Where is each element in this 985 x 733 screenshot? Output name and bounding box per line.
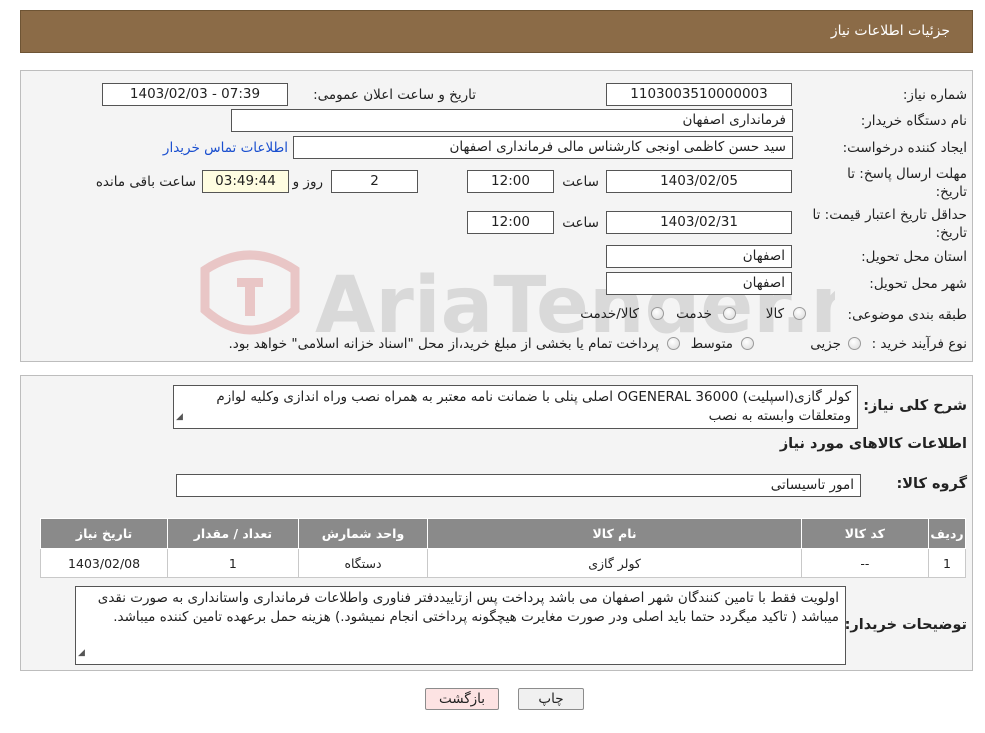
days-label: روز و — [292, 174, 323, 190]
description-textarea: کولر گازی(اسپلیت) OGENERAL 36000 اصلی پن… — [173, 385, 858, 429]
creator-field: سید حسن کاظمی اونجی کارشناس مالی فرماندا… — [293, 136, 793, 159]
cell-item-code: -- — [800, 548, 929, 578]
goods-group-label: گروه کالا: — [896, 476, 967, 492]
process-radio-minor[interactable] — [848, 337, 861, 350]
resize-grip-icon[interactable]: ◢ — [78, 644, 85, 663]
cell-item-name: کولر گازی — [427, 548, 802, 578]
deadline-time-field: 12:00 — [467, 170, 554, 193]
remaining-label: ساعت باقی مانده — [95, 174, 196, 190]
col-unit: واحد شمارش — [297, 518, 429, 549]
remaining-time-field: 03:49:44 — [202, 170, 289, 193]
province-field: اصفهان — [606, 245, 792, 268]
province-label: استان محل تحویل: — [861, 249, 967, 265]
process-treasury-checkbox[interactable] — [667, 337, 680, 350]
category-radio-goods-service[interactable] — [651, 307, 664, 320]
need-number-label: شماره نیاز: — [902, 87, 967, 103]
process-label: نوع فرآیند خرید : — [871, 336, 967, 352]
back-button[interactable]: بازگشت — [425, 688, 499, 710]
process-option-medium: متوسط — [690, 336, 733, 352]
col-item-name: نام کالا — [427, 518, 802, 549]
description-label: شرح کلی نیاز: — [863, 398, 967, 414]
col-need-date: تاریخ نیاز — [39, 518, 169, 549]
process-radio-medium[interactable] — [741, 337, 754, 350]
city-field: اصفهان — [606, 272, 792, 295]
validity-label-line2: تاریخ: — [935, 225, 967, 241]
table-row[interactable]: 1403/02/08 1 دستگاه کولر گازی -- 1 — [39, 548, 967, 578]
goods-info-title: اطلاعات کالاهای مورد نیاز — [779, 436, 967, 452]
col-item-code: کد کالا — [800, 518, 929, 549]
table-header-row: تاریخ نیاز تعداد / مقدار واحد شمارش نام … — [39, 518, 967, 549]
category-radio-goods[interactable] — [793, 307, 806, 320]
category-option-service: خدمت — [676, 306, 712, 322]
need-number-field: 1103003510000003 — [606, 83, 792, 106]
category-option-goods-service: کالا/خدمت — [580, 306, 639, 322]
validity-time-label: ساعت — [562, 215, 599, 231]
process-treasury-note: پرداخت تمام یا بخشی از مبلغ خرید،از محل … — [228, 336, 659, 352]
deadline-label-line2: تاریخ: — [935, 184, 967, 200]
buyer-org-field: فرمانداری اصفهان — [231, 109, 793, 132]
creator-label: ایجاد کننده درخواست: — [842, 140, 967, 156]
process-option-minor: جزیی — [810, 336, 841, 352]
buyer-notes-text: اولویت فقط با تامین کنندگان شهر اصفهان م… — [97, 590, 839, 625]
goods-group-field: امور تاسیساتی — [176, 474, 861, 497]
cell-row-number: 1 — [927, 548, 967, 578]
print-button[interactable]: چاپ — [518, 688, 584, 710]
page-header: جزئیات اطلاعات نیاز — [20, 10, 973, 53]
buyer-org-label: نام دستگاه خریدار: — [860, 113, 967, 129]
items-table: تاریخ نیاز تعداد / مقدار واحد شمارش نام … — [39, 518, 967, 578]
cell-need-date: 1403/02/08 — [39, 548, 169, 578]
description-text: کولر گازی(اسپلیت) OGENERAL 36000 اصلی پن… — [216, 389, 851, 424]
validity-date-field: 1403/02/31 — [606, 211, 792, 234]
page-title: جزئیات اطلاعات نیاز — [830, 23, 950, 39]
category-option-goods: کالا — [765, 306, 784, 322]
validity-label-line1: حداقل تاریخ اعتبار قیمت: تا — [812, 207, 967, 223]
buyer-notes-label: توضیحات خریدار: — [844, 617, 967, 633]
validity-time-field: 12:00 — [467, 211, 554, 234]
deadline-time-label: ساعت — [562, 174, 599, 190]
city-label: شهر محل تحویل: — [869, 276, 967, 292]
deadline-date-field: 1403/02/05 — [606, 170, 792, 193]
announce-field: 1403/02/03 - 07:39 — [102, 83, 288, 106]
resize-grip-icon[interactable]: ◢ — [176, 408, 183, 427]
days-field: 2 — [331, 170, 418, 193]
announce-label: تاریخ و ساعت اعلان عمومی: — [313, 87, 476, 103]
deadline-label-line1: مهلت ارسال پاسخ: تا — [847, 166, 967, 182]
category-label: طبقه بندی موضوعی: — [847, 307, 967, 323]
col-quantity: تعداد / مقدار — [167, 518, 299, 549]
col-row-number: ردیف — [927, 518, 967, 549]
buyer-contact-link[interactable]: اطلاعات تماس خریدار — [163, 140, 288, 156]
cell-unit: دستگاه — [297, 548, 429, 578]
cell-quantity: 1 — [167, 548, 299, 578]
buyer-notes-textarea: اولویت فقط با تامین کنندگان شهر اصفهان م… — [75, 586, 846, 665]
category-radio-service[interactable] — [723, 307, 736, 320]
